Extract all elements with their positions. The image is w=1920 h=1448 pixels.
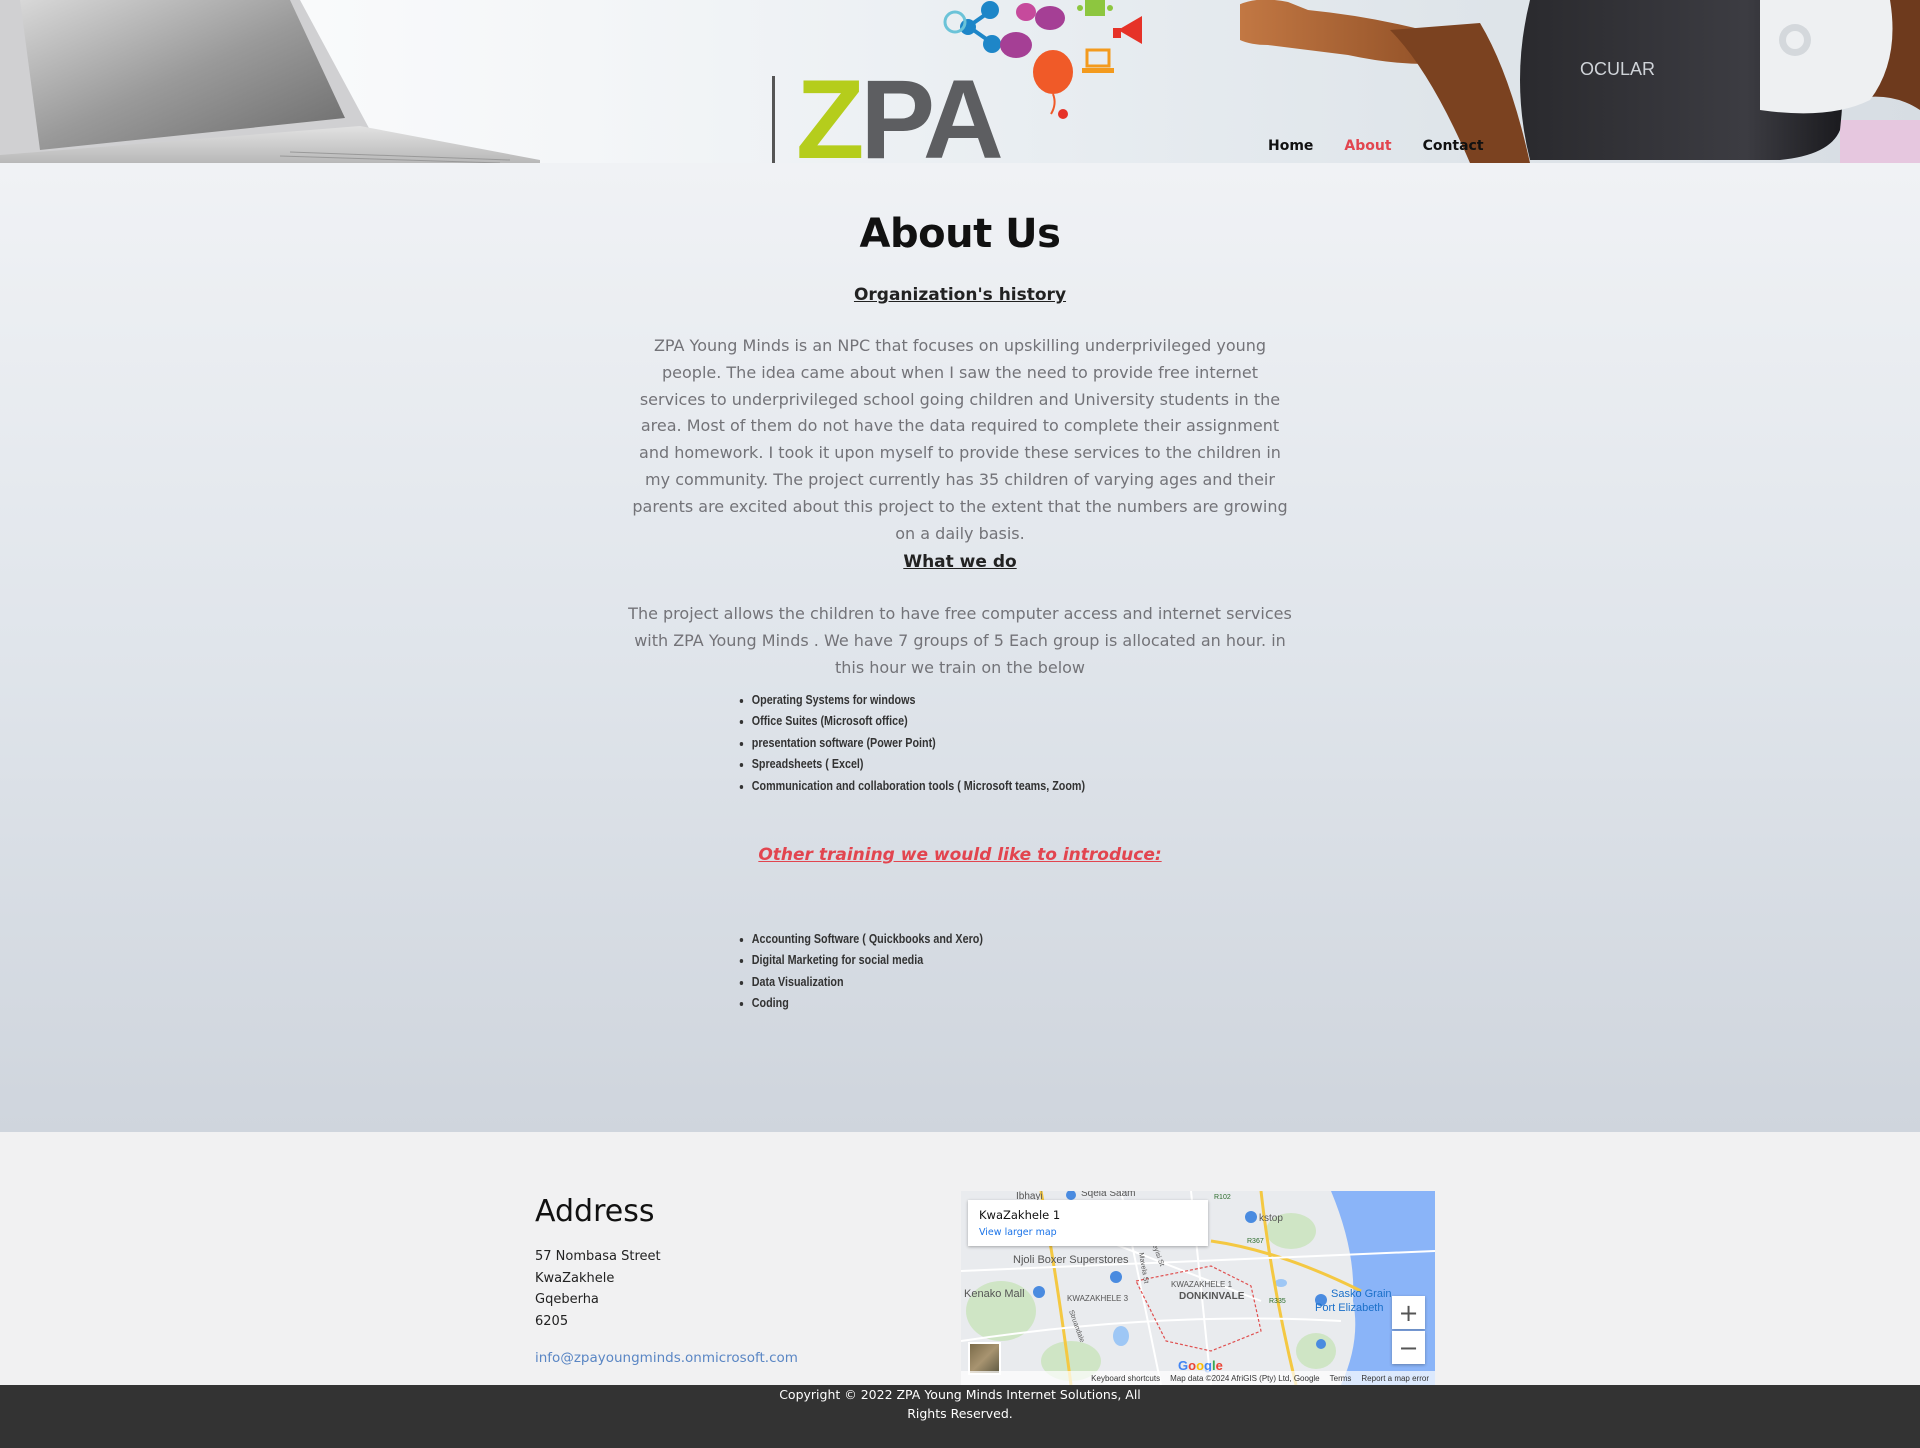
vr-brand: OCULAR [1580,59,1655,79]
contact-footer: Address 57 Nombasa Street KwaZakhele Gqe… [0,1132,1920,1385]
copyright-bar: Copyright © 2022 ZPA Young Minds Interne… [0,1385,1920,1448]
view-larger-map-link[interactable]: View larger map [979,1227,1057,1238]
list-item: presentation software (Power Point) [752,733,1085,754]
address-block: 57 Nombasa Street KwaZakhele Gqeberha 62… [535,1246,661,1332]
map-label: R335 [1269,1298,1286,1305]
map-data-text: Map data ©2024 AfriGIS (Pty) Ltd, Google [1170,1373,1320,1383]
main-nav: Home About Contact [1268,138,1515,154]
address-heading: Address [535,1194,655,1229]
list-item: Digital Marketing for social media [752,950,983,971]
map-label: DONKINVALE [1179,1291,1245,1302]
page-title: About Us [859,211,1061,257]
email-link[interactable]: info@zpayoungminds.onmicrosoft.com [535,1350,798,1366]
map-label: Sasko Grain [1331,1288,1392,1300]
nav-about[interactable]: About [1344,138,1391,154]
about-section: About Us Organization's history ZPA Youn… [0,163,1920,1132]
copyright-text: Copyright © 2022 ZPA Young Minds Interne… [0,1385,1920,1423]
list-item: Communication and collaboration tools ( … [752,776,1085,797]
list-item: Office Suites (Microsoft office) [752,711,1085,732]
terms-link[interactable]: Terms [1330,1374,1352,1383]
map-info-card: KwaZakhele 1 View larger map [968,1200,1208,1246]
history-heading: Organization's history [853,285,1067,305]
nav-home[interactable]: Home [1268,138,1313,154]
map-place-name: KwaZakhele 1 [979,1208,1061,1222]
address-line: 57 Nombasa Street [535,1249,661,1264]
report-error-link[interactable]: Report a map error [1361,1374,1429,1383]
map-label: R367 [1247,1238,1264,1245]
zoom-in-button[interactable]: + [1392,1296,1425,1329]
address-line: KwaZakhele [535,1270,615,1286]
map-label: R102 [1214,1194,1231,1201]
history-text: ZPA Young Minds is an NPC that focuses o… [632,336,1288,543]
list-item: Coding [752,993,983,1014]
map-label: Kenako Mall [964,1288,1025,1300]
laptop-image [0,0,540,163]
list-item: Operating Systems for windows [752,690,1085,711]
map-label: KWAZAKHELE 1 [1171,1280,1233,1289]
header-banner: ZPA OCULAR Home About Contact [0,0,1920,163]
zoom-out-button[interactable]: − [1392,1331,1425,1364]
training-list: Operating Systems for windows Office Sui… [738,690,1085,797]
list-item: Accounting Software ( Quickbooks and Xer… [752,929,983,950]
map-label: KWAZAKHELE 3 [1067,1294,1129,1303]
embedded-map[interactable]: Sqela Saam Ibhayi kstop Njoli Boxer Supe… [961,1191,1435,1385]
nav-contact[interactable]: Contact [1423,138,1484,154]
list-item: Spreadsheets ( Excel) [752,754,1085,775]
what-we-do-heading: What we do [903,552,1017,572]
map-label: Sqela Saam [1081,1191,1135,1199]
list-item: Data Visualization [752,972,983,993]
copyright-line: Copyright © 2022 ZPA Young Minds Interne… [779,1387,1141,1402]
map-label: kstop [1259,1213,1283,1224]
logo-divider [772,76,775,163]
map-label: Njoli Boxer Superstores [1013,1254,1129,1266]
logo[interactable]: ZPA [796,64,1004,164]
other-training-list: Accounting Software ( Quickbooks and Xer… [738,929,983,1015]
other-training-heading: Other training we would like to introduc… [758,845,1162,865]
copyright-line: Rights Reserved. [907,1406,1013,1421]
map-label: Port Elizabeth [1315,1302,1383,1314]
address-line: 6205 [535,1313,569,1329]
keyboard-shortcuts-link[interactable]: Keyboard shortcuts [1091,1374,1160,1383]
address-line: Gqeberha [535,1292,599,1307]
map-attribution: Keyboard shortcuts Map data ©2024 AfriGI… [961,1371,1435,1385]
what-we-do-text: The project allows the children to have … [628,604,1292,677]
